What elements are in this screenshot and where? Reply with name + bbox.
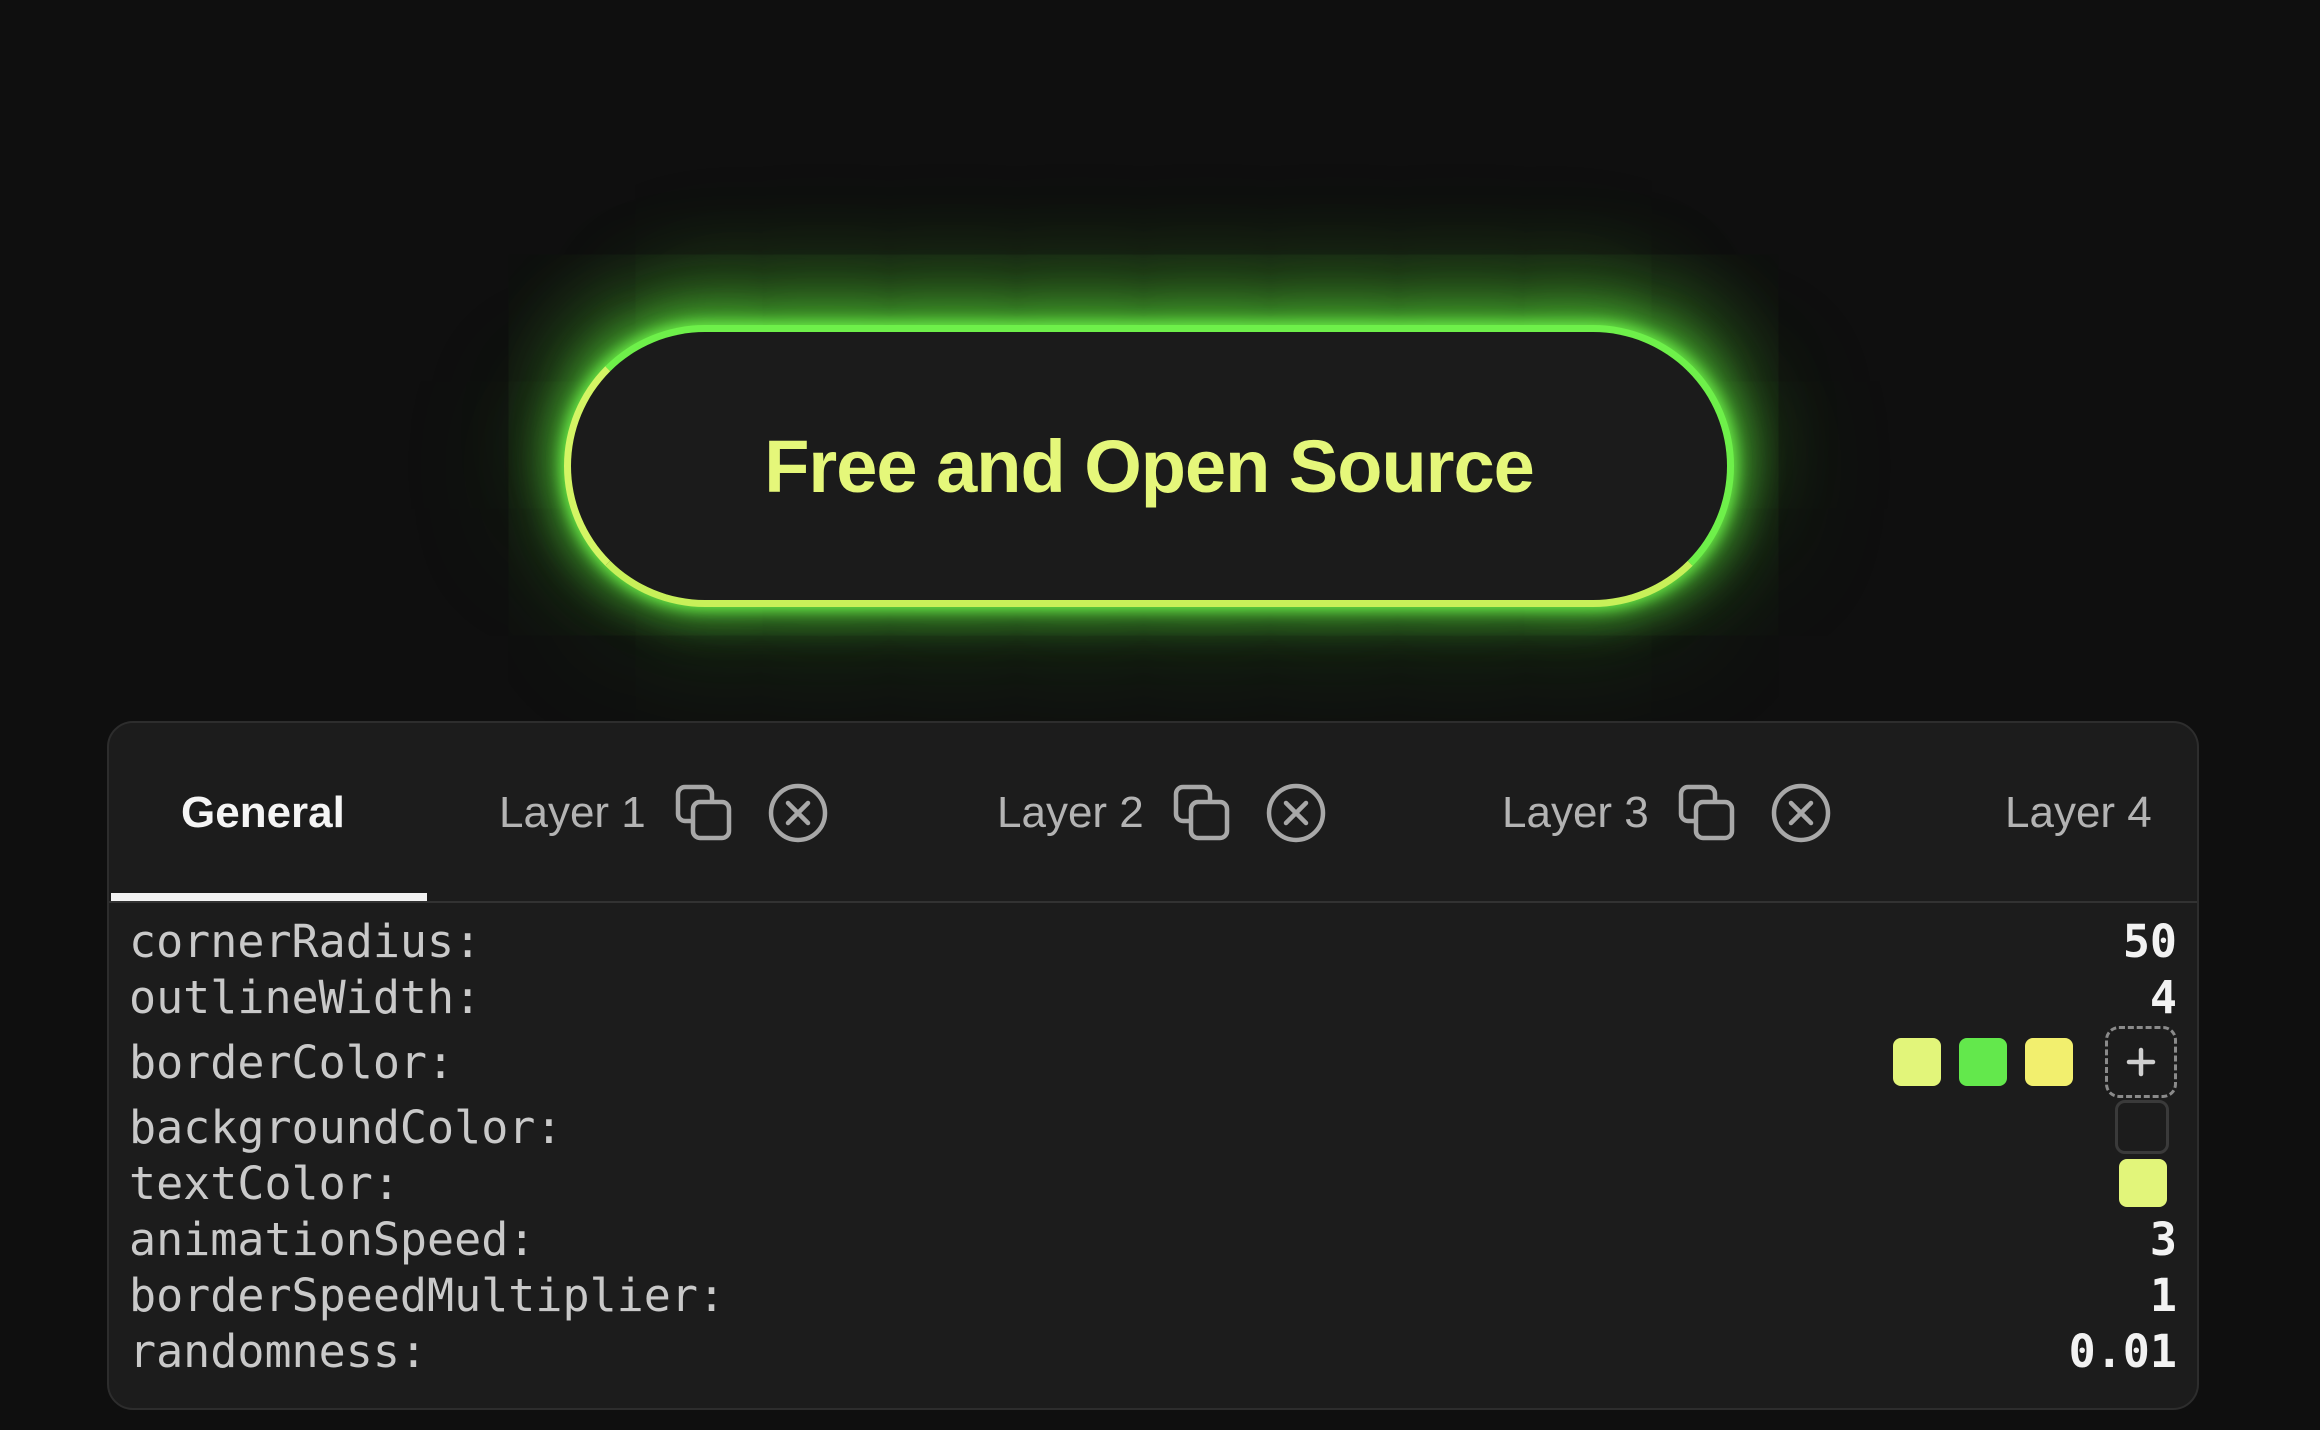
tab-layer-2[interactable]: Layer 2 bbox=[997, 723, 1328, 903]
tab-layer-4[interactable]: Layer 4 bbox=[2005, 723, 2152, 903]
prop-label: cornerRadius: bbox=[129, 914, 482, 968]
prop-row-randomness: randomness: 0.01 bbox=[129, 1323, 2177, 1379]
background-color-swatch[interactable] bbox=[2115, 1100, 2169, 1154]
copy-icon[interactable] bbox=[672, 781, 736, 845]
text-color-swatch[interactable] bbox=[2119, 1159, 2167, 1207]
tab-layer-4-label: Layer 4 bbox=[2005, 788, 2152, 837]
prop-row-outline-width: outlineWidth: 4 bbox=[129, 969, 2177, 1025]
prop-row-text-color: textColor: bbox=[129, 1155, 2177, 1211]
copy-icon[interactable] bbox=[1675, 781, 1739, 845]
tab-general[interactable]: General bbox=[181, 723, 345, 903]
glow-button-label: Free and Open Source bbox=[764, 424, 1535, 508]
prop-label: outlineWidth: bbox=[129, 970, 482, 1024]
animation-speed-value[interactable]: 3 bbox=[2150, 1213, 2177, 1266]
tab-general-label: General bbox=[181, 788, 345, 837]
prop-label: animationSpeed: bbox=[129, 1212, 536, 1266]
settings-panel: General Layer 1 Layer 2 Layer 3 Layer 4 … bbox=[107, 721, 2199, 1410]
active-tab-indicator bbox=[111, 893, 427, 901]
tab-layer-1-label: Layer 1 bbox=[499, 788, 646, 837]
border-speed-multiplier-value[interactable]: 1 bbox=[2150, 1269, 2177, 1322]
border-color-swatch-2[interactable] bbox=[1959, 1038, 2007, 1086]
prop-row-border-color: borderColor: bbox=[129, 1025, 2177, 1099]
prop-row-animation-speed: animationSpeed: 3 bbox=[129, 1211, 2177, 1267]
prop-row-border-speed-multiplier: borderSpeedMultiplier: 1 bbox=[129, 1267, 2177, 1323]
prop-label: borderSpeedMultiplier: bbox=[129, 1268, 726, 1322]
plus-icon bbox=[2126, 1047, 2156, 1077]
tab-layer-2-label: Layer 2 bbox=[997, 788, 1144, 837]
prop-label: textColor: bbox=[129, 1156, 400, 1210]
border-color-swatch-3[interactable] bbox=[2025, 1038, 2073, 1086]
border-color-swatch-1[interactable] bbox=[1893, 1038, 1941, 1086]
prop-row-corner-radius: cornerRadius: 50 bbox=[129, 913, 2177, 969]
prop-label: randomness: bbox=[129, 1324, 428, 1378]
border-color-swatches bbox=[1893, 1026, 2177, 1098]
copy-icon[interactable] bbox=[1170, 781, 1234, 845]
prop-row-background-color: backgroundColor: bbox=[129, 1099, 2177, 1155]
prop-label: backgroundColor: bbox=[129, 1100, 563, 1154]
tab-bar: General Layer 1 Layer 2 Layer 3 Layer 4 bbox=[109, 723, 2197, 903]
tab-layer-1[interactable]: Layer 1 bbox=[499, 723, 830, 903]
corner-radius-value[interactable]: 50 bbox=[2123, 915, 2177, 968]
close-circle-icon[interactable] bbox=[766, 781, 830, 845]
outline-width-value[interactable]: 4 bbox=[2150, 971, 2177, 1024]
tab-layer-3[interactable]: Layer 3 bbox=[1502, 723, 1833, 903]
property-list: cornerRadius: 50 outlineWidth: 4 borderC… bbox=[129, 913, 2177, 1379]
prop-label: borderColor: bbox=[129, 1035, 455, 1089]
glow-preview-button[interactable]: Free and Open Source bbox=[564, 325, 1734, 607]
close-circle-icon[interactable] bbox=[1769, 781, 1833, 845]
close-circle-icon[interactable] bbox=[1264, 781, 1328, 845]
add-color-button[interactable] bbox=[2105, 1026, 2177, 1098]
randomness-value[interactable]: 0.01 bbox=[2069, 1325, 2177, 1378]
tab-layer-3-label: Layer 3 bbox=[1502, 788, 1649, 837]
